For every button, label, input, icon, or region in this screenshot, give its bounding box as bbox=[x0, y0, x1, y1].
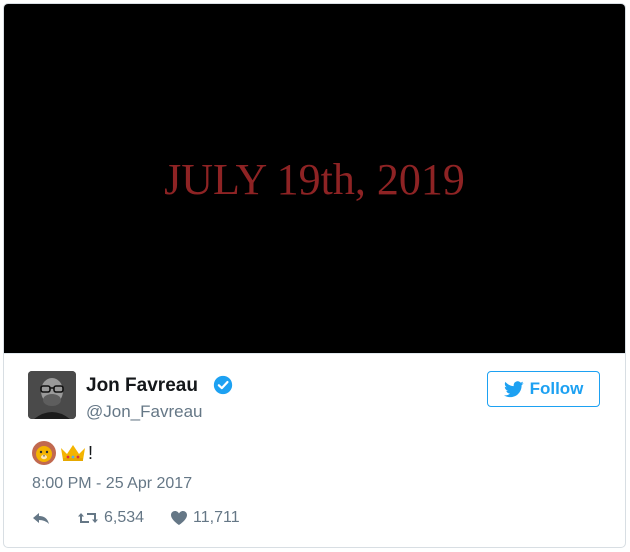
like-button[interactable]: 11,711 bbox=[170, 509, 240, 527]
verified-badge-icon bbox=[213, 375, 233, 395]
heart-icon bbox=[171, 511, 188, 525]
lion-face-emoji-icon bbox=[32, 441, 56, 465]
twitter-bird-icon bbox=[503, 380, 524, 397]
media-date-text: JULY 19th, 2019 bbox=[164, 155, 465, 204]
tweet-media-image[interactable]: JULY 19th, 2019 bbox=[4, 4, 625, 353]
avatar[interactable] bbox=[28, 371, 76, 419]
author-name[interactable]: Jon Favreau bbox=[86, 375, 198, 397]
retweet-button[interactable]: 6,534 bbox=[77, 509, 144, 527]
tweet-text: ! bbox=[31, 440, 93, 466]
follow-button[interactable]: Follow bbox=[487, 371, 600, 407]
tweet-card: JULY 19th, 2019 Jon Favreau @Jon_Favreau… bbox=[3, 3, 626, 548]
tweet-text-suffix: ! bbox=[88, 442, 94, 463]
retweet-icon bbox=[78, 513, 98, 523]
reply-icon bbox=[33, 513, 49, 524]
crown-emoji-icon bbox=[61, 445, 85, 461]
retweet-count: 6,534 bbox=[104, 509, 145, 526]
media-divider bbox=[4, 353, 625, 354]
reply-button[interactable] bbox=[31, 510, 51, 526]
tweet-timestamp[interactable]: 8:00 PM - 25 Apr 2017 bbox=[32, 475, 192, 493]
tweet-actions: 6,534 11,711 bbox=[31, 509, 266, 527]
like-count: 11,711 bbox=[193, 509, 240, 526]
follow-button-label: Follow bbox=[529, 379, 584, 398]
author-handle[interactable]: @Jon_Favreau bbox=[86, 402, 203, 422]
